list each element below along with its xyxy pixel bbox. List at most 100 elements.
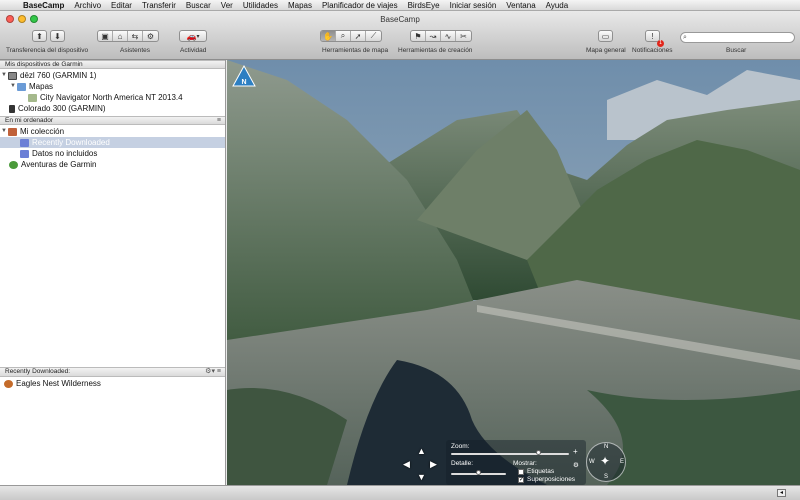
sidebar-toggle-icon[interactable]: ◂	[777, 489, 786, 497]
collection-item[interactable]: ▼ Mi colección	[0, 126, 225, 137]
list-contents-header: Recently Downloaded: ⚙▾ ≡	[0, 367, 225, 377]
track-tool-button[interactable]: ∿	[441, 31, 456, 41]
pan-down-icon[interactable]: ▼	[417, 472, 426, 482]
transfer-group: ⬆ ⬇	[32, 30, 65, 42]
device-item-dezl[interactable]: ▼ dēzl 760 (GARMIN 1)	[0, 70, 225, 81]
detail-slider-knob[interactable]	[476, 470, 481, 475]
pan-right-icon[interactable]: ▶	[430, 459, 437, 470]
zoom-slider-knob[interactable]	[536, 450, 541, 455]
compass-n-label: N	[604, 444, 609, 450]
list-item-recently-downloaded[interactable]: Recently Downloaded	[0, 137, 225, 148]
detail-settings-icon[interactable]: ⚙	[573, 461, 579, 469]
menu-iniciar-sesion[interactable]: Iniciar sesión	[445, 0, 502, 11]
list-contents-header-label: Recently Downloaded:	[5, 368, 71, 375]
menu-ventana[interactable]: Ventana	[501, 0, 540, 11]
menu-utilidades[interactable]: Utilidades	[238, 0, 283, 11]
measure-tool-button[interactable]: ⟋	[366, 31, 381, 41]
menu-ver[interactable]: Ver	[216, 0, 238, 11]
collection-icon	[8, 127, 17, 136]
map-product-item[interactable]: City Navigator North America NT 2013.4	[0, 92, 225, 103]
window-toolbar: BaseCamp ⬆ ⬇ Transferencia del dispositi…	[0, 12, 800, 60]
disclosure-triangle-icon[interactable]: ▼	[9, 81, 17, 92]
disclosure-triangle-icon[interactable]: ▼	[0, 70, 8, 81]
menu-planificador[interactable]: Planificador de viajes	[317, 0, 403, 11]
terrain-3d-render	[227, 60, 800, 485]
chevron-down-icon: ▾	[196, 33, 200, 40]
menu-editar[interactable]: Editar	[106, 0, 137, 11]
notification-badge: 1	[657, 40, 664, 47]
photo-assistant-button[interactable]: ▣	[98, 31, 113, 41]
scissors-tool-button[interactable]: ✂	[456, 31, 471, 41]
car-icon: 🚗	[186, 31, 197, 41]
map-tools-group: ✋ ⌕ ➚ ⟋	[320, 30, 382, 42]
maps-folder-item[interactable]: ▼ Mapas	[0, 81, 225, 92]
map-view[interactable]: N ▲ ◀ ▶ ▼ Zoom: + Detalle: Mostrar: Etiq…	[227, 60, 800, 485]
menu-mapas[interactable]: Mapas	[283, 0, 317, 11]
menu-birdseye[interactable]: BirdsEye	[403, 0, 445, 11]
garmin-adventures-item[interactable]: Aventuras de Garmin	[0, 159, 225, 170]
north-arrow-icon[interactable]: N	[231, 64, 257, 88]
overlays-checkbox[interactable]: ✓	[518, 477, 524, 483]
send-to-device-button[interactable]: ⬇	[50, 30, 65, 42]
devices-header-label: Mis dispositivos de Garmin	[5, 61, 83, 68]
window-title: BaseCamp	[380, 15, 420, 24]
waypoint-tool-button[interactable]: ⚑	[411, 31, 426, 41]
zoom-tool-button[interactable]: ⌕	[336, 31, 351, 41]
sidebar: Mis dispositivos de Garmin ▼ dēzl 760 (G…	[0, 60, 226, 485]
list-icon	[20, 138, 29, 147]
adventure-icon	[4, 379, 13, 388]
route-assistant-button[interactable]: ⇆	[128, 31, 143, 41]
list-item-label: Datos no incluidos	[32, 149, 98, 158]
device-assistant-button[interactable]: ⌂	[113, 31, 128, 41]
computer-header: En mi ordenador ≡	[0, 116, 225, 125]
menu-buscar[interactable]: Buscar	[181, 0, 216, 11]
overview-map-button[interactable]: ▭	[598, 30, 613, 42]
menu-ayuda[interactable]: Ayuda	[541, 0, 574, 11]
pan-up-icon[interactable]: ▲	[417, 446, 426, 456]
device-item-colorado[interactable]: Colorado 300 (GARMIN)	[0, 103, 225, 114]
disclosure-triangle-icon[interactable]: ▼	[0, 126, 8, 137]
adventures-label: Aventuras de Garmin	[21, 160, 97, 169]
list-options-icon[interactable]: ⚙▾ ≡	[205, 368, 221, 376]
select-tool-button[interactable]: ➚	[351, 31, 366, 41]
list-item[interactable]: Eagles Nest Wilderness	[0, 378, 225, 389]
settings-assistant-button[interactable]: ⚙	[143, 31, 158, 41]
collection-label: Mi colección	[20, 127, 65, 136]
compass-rose[interactable]: N E S W ✦	[586, 442, 626, 482]
menu-transferir[interactable]: Transferir	[137, 0, 181, 11]
assistants-label: Asistentes	[120, 47, 150, 54]
menu-app[interactable]: BaseCamp	[18, 0, 69, 11]
overview-map-icon: ▭	[601, 31, 610, 41]
detail-label: Detalle:	[451, 460, 474, 467]
overview-map-label: Mapa general	[586, 47, 626, 54]
menu-archivo[interactable]: Archivo	[69, 0, 106, 11]
gps-device-icon	[9, 104, 15, 113]
computer-header-label: En mi ordenador	[5, 117, 54, 124]
zoom-in-icon[interactable]: +	[573, 447, 578, 456]
receive-icon: ⬆	[36, 31, 43, 41]
search-input[interactable]: ⌕	[680, 32, 795, 43]
list-item-unfiled[interactable]: Datos no incluidos	[0, 148, 225, 159]
map-tools-label: Herramientas de mapa	[322, 47, 389, 54]
list-menu-icon[interactable]: ≡	[217, 117, 221, 125]
activity-dropdown[interactable]: 🚗 ▾	[179, 30, 207, 42]
overlays-option: Superposiciones	[527, 476, 576, 483]
receive-from-device-button[interactable]: ⬆	[32, 30, 47, 42]
labels-option: Etiquetas	[527, 468, 555, 475]
zoom-slider[interactable]	[451, 453, 569, 455]
send-icon: ⬇	[54, 31, 61, 41]
show-label: Mostrar:	[513, 460, 537, 467]
pan-left-icon[interactable]: ◀	[403, 459, 410, 470]
list-icon	[20, 149, 29, 158]
route-tool-button[interactable]: ↝	[426, 31, 441, 41]
activity-label: Actividad	[180, 47, 207, 54]
device-item-label: Colorado 300 (GARMIN)	[18, 104, 106, 113]
hand-tool-button[interactable]: ✋	[321, 31, 336, 41]
labels-checkbox[interactable]	[518, 469, 524, 475]
creation-tools-group: ⚑ ↝ ∿ ✂	[410, 30, 472, 42]
device-icon	[8, 71, 17, 80]
maps-icon	[17, 82, 26, 91]
north-letter: N	[241, 79, 246, 86]
status-bar: ◂	[0, 485, 800, 500]
creation-tools-label: Herramientas de creación	[398, 47, 473, 54]
